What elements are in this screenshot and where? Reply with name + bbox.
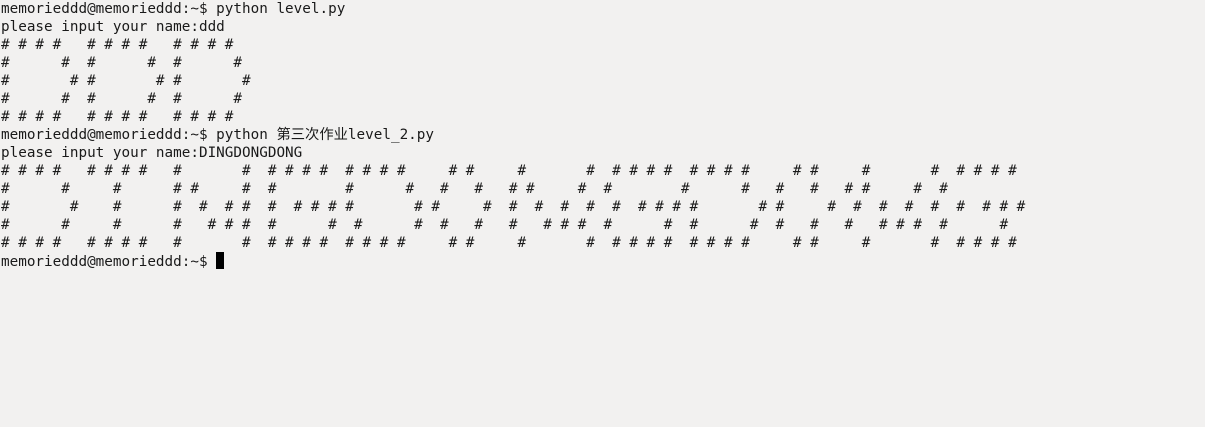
current-prompt-line[interactable]: memorieddd@memorieddd:~$ <box>1 252 1205 270</box>
shell-prompt: memorieddd@memorieddd:~$ <box>1 254 217 270</box>
ascii-art-2-row-5: # # # # # # # # # # # # # # # # # # # # … <box>1 235 1017 251</box>
input-prompt-line-1: please input your name:ddd <box>1 19 225 35</box>
ascii-art-row-5: # # # # # # # # # # # # <box>1 109 234 125</box>
ascii-art-2-row-2: # # # # # # # # # # # # # # # # # # # # … <box>1 181 948 197</box>
ascii-art-2-row-4: # # # # # # # # # # # # # # # # # # # # … <box>1 217 1009 233</box>
ascii-art-row-3: # # # # # # <box>1 73 251 89</box>
ascii-art-row-2: # # # # # # <box>1 55 243 71</box>
terminal-window[interactable]: memorieddd@memorieddd:~$ python level.py… <box>0 0 1205 427</box>
ascii-art-2-row-1: # # # # # # # # # # # # # # # # # # # # … <box>1 163 1017 179</box>
ascii-art-row-4: # # # # # # <box>1 91 243 107</box>
input-prompt-line-2: please input your name:DINGDONGDONG <box>1 145 303 161</box>
command-line-1: memorieddd@memorieddd:~$ python level.py <box>1 1 346 17</box>
command-line-2: memorieddd@memorieddd:~$ python 第三次作业lev… <box>1 127 434 143</box>
ascii-art-row-1: # # # # # # # # # # # # <box>1 37 234 53</box>
ascii-art-2-row-3: # # # # # # # # # # # # # # # # # # # # … <box>1 199 1026 215</box>
text-cursor <box>216 252 225 269</box>
